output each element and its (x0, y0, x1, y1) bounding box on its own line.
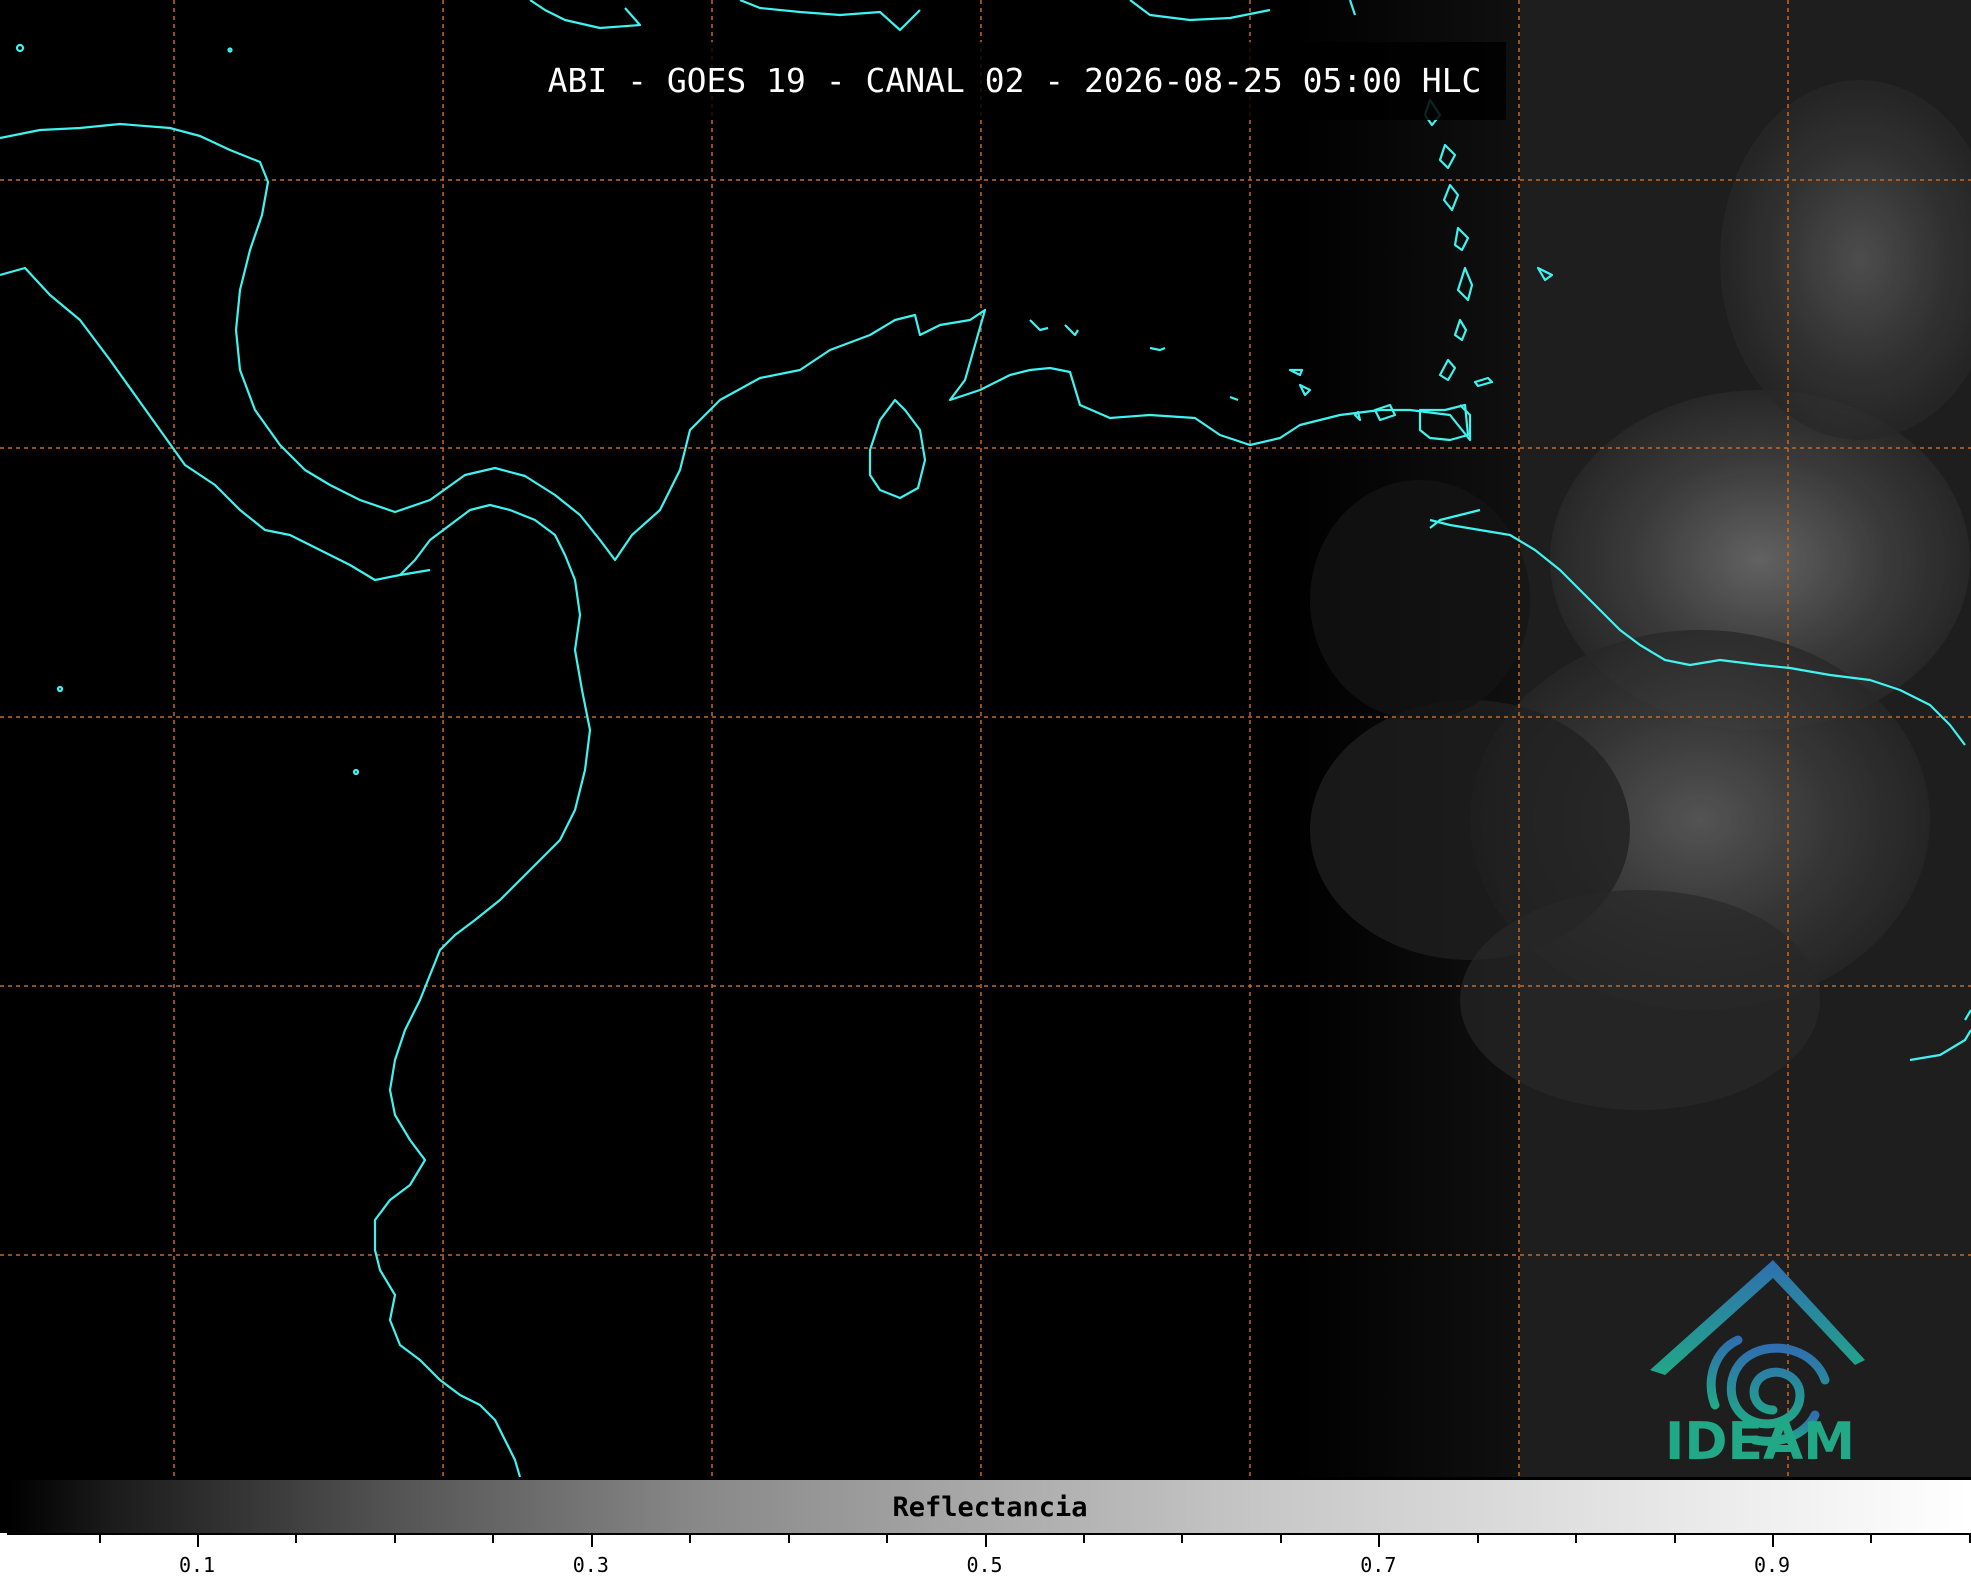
colorbar-minor-tick (1082, 1533, 1085, 1543)
colorbar-minor-tick (1673, 1533, 1676, 1543)
colorbar-tick-label: 0.9 (1753, 1553, 1791, 1577)
colorbar: Reflectancia (7, 1478, 1971, 1535)
colorbar-tick-label: 0.1 (178, 1553, 216, 1577)
colorbar-minor-tick (886, 1533, 889, 1543)
colorbar-minor-tick (492, 1533, 495, 1543)
colorbar-minor-tick (393, 1533, 396, 1543)
ideam-logo-text: IDEAM (1664, 1412, 1856, 1472)
colorbar-minor-tick (689, 1533, 692, 1543)
colorbar-minor-tick (787, 1533, 790, 1543)
colorbar-tick-label: 0.5 (966, 1553, 1003, 1577)
colorbar-tick-label: 0.7 (1360, 1553, 1397, 1577)
colorbar-minor-tick (1476, 1533, 1479, 1543)
colorbar-minor-tick (1181, 1533, 1184, 1543)
colorbar-major-tick (1772, 1533, 1774, 1547)
logo-roof-icon (1650, 1260, 1865, 1375)
colorbar-minor-tick (1279, 1533, 1282, 1543)
colorbar-major-tick (1378, 1533, 1381, 1547)
colorbar-major-tick (197, 1533, 199, 1547)
map-title: ABI - GOES 19 - CANAL 02 - 2026-08-25 05… (523, 42, 1506, 120)
colorbar-minor-tick (1870, 1533, 1873, 1543)
colorbar-minor-tick (1575, 1533, 1578, 1543)
colorbar-tick-label: 0.3 (572, 1553, 609, 1577)
colorbar-label: Reflectancia (892, 1492, 1088, 1523)
colorbar-minor-tick (98, 1533, 101, 1543)
colorbar-major-tick (984, 1533, 987, 1547)
colorbar-minor-tick (295, 1533, 298, 1543)
colorbar-major-tick (590, 1533, 593, 1547)
